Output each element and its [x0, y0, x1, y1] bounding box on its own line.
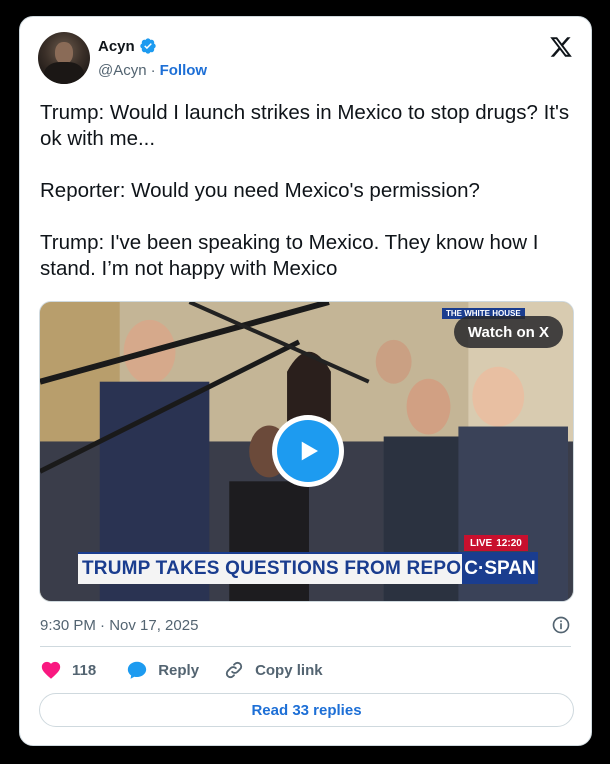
info-icon[interactable]: [551, 615, 571, 635]
network-logo: C·SPAN: [462, 554, 538, 584]
tweet-text: Trump: Would I launch strikes in Mexico …: [40, 101, 570, 280]
like-count: 118: [72, 661, 97, 679]
link-icon: [225, 661, 243, 679]
heart-icon: [41, 661, 61, 679]
reply-button[interactable]: Reply: [126, 659, 199, 681]
verified-badge-icon: [140, 38, 156, 54]
reply-bubble-icon: [128, 661, 147, 679]
x-logo-icon[interactable]: [549, 35, 573, 59]
separator-dot: ·: [150, 62, 156, 79]
live-time: 12:20: [496, 537, 522, 549]
play-button[interactable]: [272, 415, 344, 487]
divider: [40, 646, 571, 647]
action-bar: 118 Reply Copy link: [40, 657, 323, 683]
read-replies-button[interactable]: Read 33 replies: [39, 693, 574, 727]
follow-button[interactable]: Follow: [160, 62, 208, 79]
reply-label: Reply: [158, 661, 200, 679]
news-chyron: TRUMP TAKES QUESTIONS FROM REPORTERS C·S…: [78, 552, 538, 584]
author-handle[interactable]: @Acyn: [98, 62, 147, 79]
avatar[interactable]: [38, 32, 90, 84]
video-player[interactable]: THE WHITE HOUSE Watch on X LIVE 12:20 TR…: [39, 301, 574, 602]
author-name-row: Acyn: [98, 37, 157, 55]
live-badge: LIVE 12:20: [464, 535, 528, 551]
tweet-timestamp[interactable]: 9:30 PM · Nov 17, 2025: [40, 617, 198, 634]
copy-link-button[interactable]: Copy link: [223, 659, 323, 681]
watch-on-x-button[interactable]: Watch on X: [453, 316, 563, 348]
play-icon: [301, 441, 318, 461]
copy-link-label: Copy link: [255, 661, 323, 679]
chyron-text: TRUMP TAKES QUESTIONS FROM REPORTERS: [82, 558, 527, 579]
live-label: LIVE: [470, 537, 493, 549]
tweet-card: Acyn @Acyn · Follow Trump: Would I launc…: [19, 16, 592, 746]
like-button[interactable]: 118: [40, 659, 96, 681]
handle-row: @Acyn · Follow: [98, 62, 207, 79]
author-name[interactable]: Acyn: [98, 38, 135, 55]
